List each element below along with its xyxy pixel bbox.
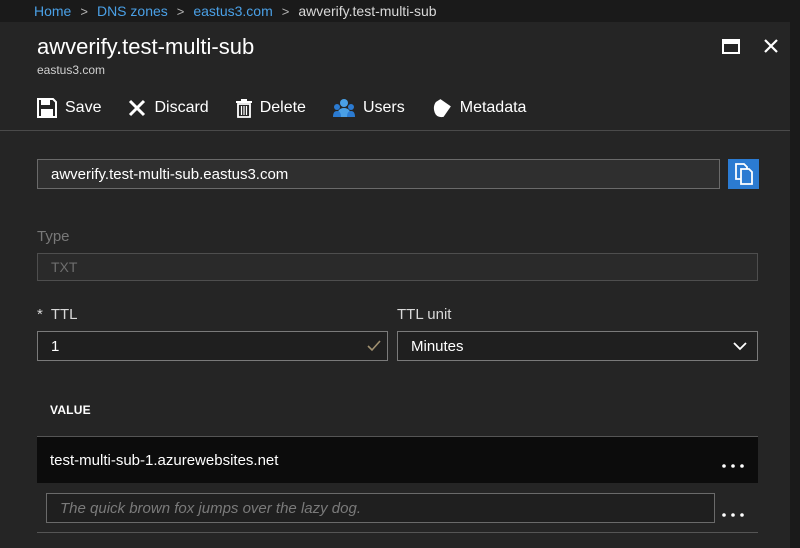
type-label: Type [37,228,70,245]
ttl-unit-select[interactable]: Minutes [397,331,758,361]
breadcrumb: Home > DNS zones > eastus3.com > awverif… [0,0,800,22]
breadcrumb-separator-icon: > [176,3,185,19]
breadcrumb-home[interactable]: Home [34,3,71,19]
trash-icon [235,98,252,118]
close-button[interactable] [759,34,783,58]
more-ellipsis-icon [722,513,744,517]
row-more-button[interactable] [720,458,746,474]
required-marker: * [37,306,43,323]
metadata-label: Metadata [459,99,527,116]
close-icon [764,39,778,53]
delete-label: Delete [259,99,306,116]
users-label: Users [362,99,405,116]
table-row[interactable]: test-multi-sub-1.azurewebsites.net [37,437,758,483]
ttl-unit-value: Minutes [411,337,464,355]
breadcrumb-separator-icon: > [281,3,290,19]
save-icon [37,98,57,118]
tag-icon [433,99,451,118]
discard-label: Discard [154,99,209,116]
ttl-input[interactable]: 1 [37,331,388,361]
breadcrumb-zone[interactable]: eastus3.com [193,3,272,19]
breadcrumb-separator-icon: > [80,3,88,19]
table-divider [37,532,758,533]
chevron-down-icon [733,342,747,351]
record-name-field[interactable]: awverify.test-multi-sub.eastus3.com [37,159,720,189]
page-subtitle: eastus3.com [37,63,106,77]
save-label: Save [65,99,102,116]
delete-button[interactable]: Delete [235,98,306,118]
ttl-label: * TTL [37,306,78,323]
value-cell: test-multi-sub-1.azurewebsites.net [50,451,279,469]
ttl-unit-label: TTL unit [397,306,452,323]
maximize-icon [722,38,740,54]
close-x-icon [129,99,146,117]
copy-icon [734,163,753,185]
discard-button[interactable]: Discard [128,99,209,117]
new-value-input[interactable] [46,493,715,523]
value-column-header: VALUE [50,403,91,417]
copy-button[interactable] [728,159,759,189]
breadcrumb-current: awverify.test-multi-sub [298,3,437,19]
users-button[interactable]: Users [332,98,405,118]
record-set-blade: awverify.test-multi-sub eastus3.com Save… [0,22,790,548]
users-icon [332,99,355,117]
command-bar: Save Discard Delete Users Metadata [37,95,553,121]
save-button[interactable]: Save [37,98,101,118]
more-ellipsis-icon [722,464,744,468]
breadcrumb-dns-zones[interactable]: DNS zones [97,3,168,19]
maximize-button[interactable] [719,34,743,58]
ttl-value: 1 [51,337,60,355]
toolbar-divider [0,130,790,131]
type-field: TXT [37,253,758,281]
scroll-area [790,22,800,548]
metadata-button[interactable]: Metadata [432,98,527,118]
check-icon [367,340,381,352]
ttl-label-text: TTL [50,306,78,323]
page-title: awverify.test-multi-sub [37,34,255,59]
new-row-more-button[interactable] [720,507,746,523]
